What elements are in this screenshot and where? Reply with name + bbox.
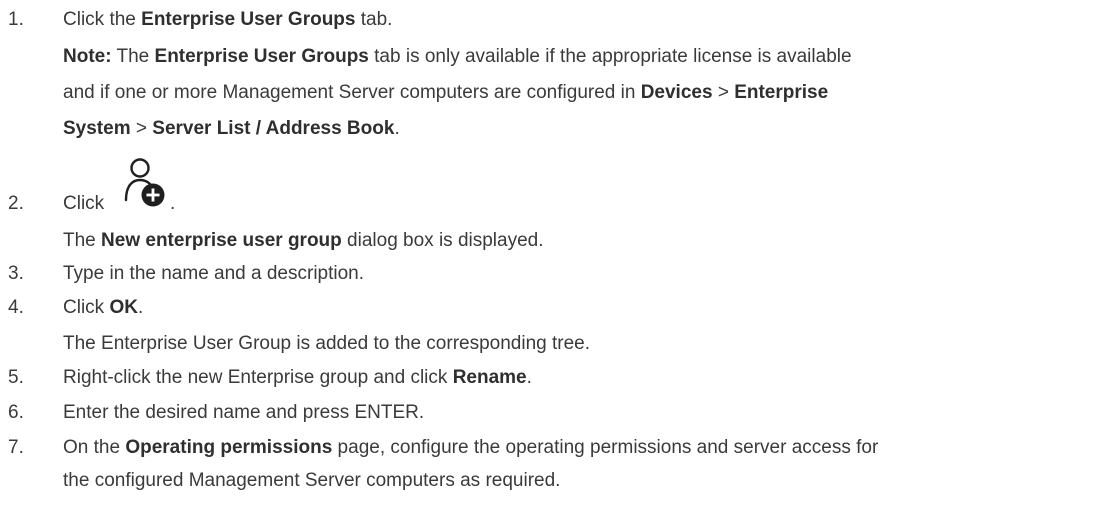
- step-number: 6.: [8, 402, 24, 423]
- step-text: Click the Enterprise User Groups tab.: [63, 9, 393, 30]
- ui-term: New enterprise user group: [101, 230, 342, 251]
- note-line: System > Server List / Address Book.: [63, 118, 400, 139]
- ui-term: Rename: [452, 367, 527, 388]
- note-label: Note:: [63, 46, 112, 67]
- note-line: and if one or more Management Server com…: [63, 82, 829, 103]
- add-user-icon: [123, 156, 169, 208]
- step-text: the configured Management Server compute…: [63, 470, 561, 491]
- note-line: Note: The Enterprise User Groups tab is …: [63, 46, 852, 67]
- step-number: 3.: [8, 263, 24, 284]
- step-text: Click: [63, 193, 105, 214]
- step-text: The New enterprise user group dialog box…: [63, 230, 544, 251]
- ui-term: Enterprise User Groups: [141, 9, 356, 30]
- ui-term: Devices: [640, 82, 713, 103]
- step-number: 7.: [8, 437, 24, 458]
- step-number: 2.: [8, 193, 24, 214]
- step-number: 5.: [8, 367, 24, 388]
- step-text: Type in the name and a description.: [63, 263, 365, 284]
- ui-term: Enterprise User Groups: [154, 46, 369, 67]
- step-text: The Enterprise User Group is added to th…: [63, 333, 591, 354]
- step-number: 1.: [8, 9, 24, 30]
- step-number: 4.: [8, 297, 24, 318]
- ui-term: System: [63, 118, 131, 139]
- ui-term: Operating permissions: [125, 437, 333, 458]
- step-text: Right-click the new Enterprise group and…: [63, 367, 532, 388]
- ui-term: Enterprise: [734, 82, 829, 103]
- step-text: Enter the desired name and press ENTER.: [63, 402, 425, 423]
- ui-term: Server List / Address Book: [152, 118, 395, 139]
- ui-term: OK: [109, 297, 138, 318]
- step-text: On the Operating permissions page, confi…: [63, 437, 879, 458]
- step-text: Click OK.: [63, 297, 144, 318]
